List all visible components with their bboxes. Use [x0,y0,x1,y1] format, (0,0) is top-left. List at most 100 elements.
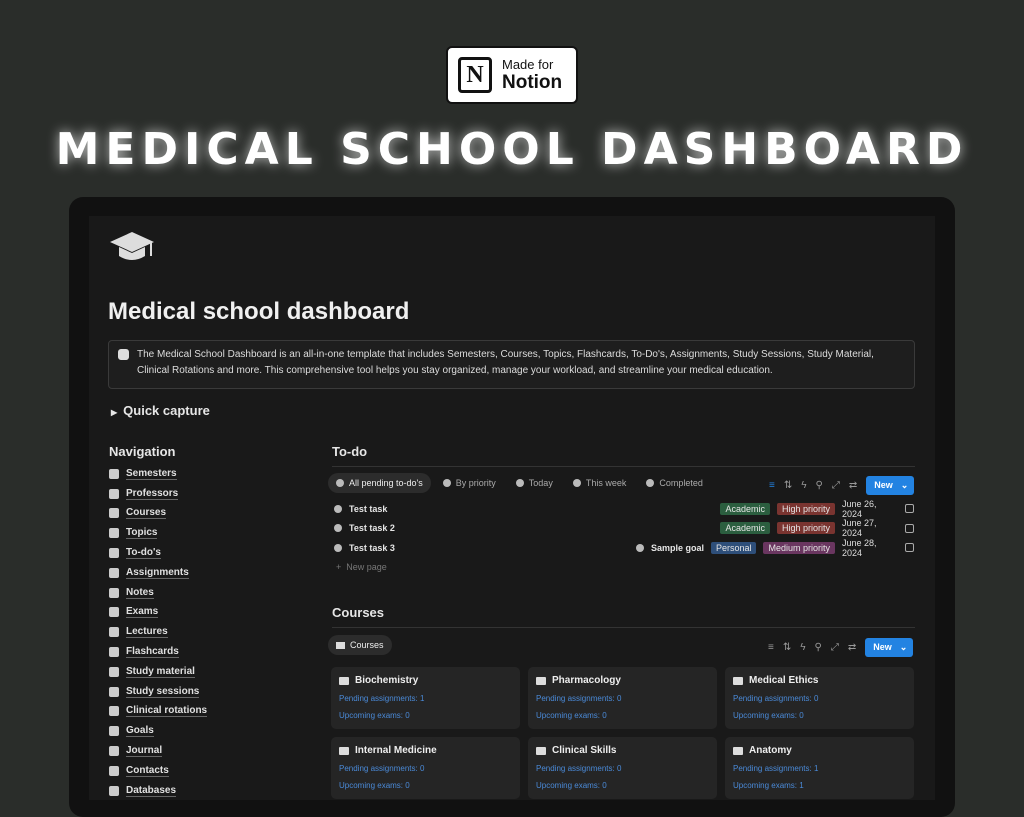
new-todo-button[interactable]: New ⌄ [866,476,915,495]
todo-toolbar: ≡ ⇅ ϟ ⚲ ⤢ ⇄ New ⌄ [769,476,915,495]
chevron-down-icon[interactable]: ⌄ [901,480,909,491]
expand-icon[interactable]: ⤢ [832,480,840,491]
done-checkbox[interactable] [905,543,914,552]
tab-courses[interactable]: Courses [328,635,392,655]
sidebar-item-clinical-rotations[interactable]: Clinical rotations [109,702,208,722]
new-course-button[interactable]: New ⌄ [865,638,914,657]
tab-label: This week [585,478,627,488]
tab-completed[interactable]: Completed [638,473,711,493]
table-row[interactable]: Test task Academic High priority June 26, 2… [334,499,914,519]
sort-icon[interactable]: ⇅ [783,642,791,653]
divider [332,627,915,628]
course-card[interactable]: Biochemistry Pending assignments: 1 Upcomi… [331,667,520,729]
nav-item-icon [109,548,119,559]
task-name[interactable]: Test task 2 [349,523,395,533]
sidebar-item-courses[interactable]: Courses [109,504,207,524]
task-name[interactable]: Test task 3 [349,543,395,553]
sidebar-item-contacts[interactable]: Contacts [109,761,207,781]
sidebar-item-exams[interactable]: Exams [109,603,207,623]
sidebar-item-label: Goals [126,725,154,738]
task-name[interactable]: Test task [349,504,387,514]
sidebar-item-semesters[interactable]: Semesters [109,464,207,484]
goal-link[interactable]: Sample goal [651,543,704,553]
automation-icon[interactable]: ϟ [801,480,806,491]
sidebar-item-notes[interactable]: Notes [109,583,207,603]
sidebar-item-label: Topics [126,527,158,540]
tab-label: By priority [455,478,496,488]
sidebar-item-label: Contacts [126,764,169,777]
expand-icon[interactable]: ⤢ [831,642,839,653]
nav-item-icon [109,567,119,578]
folder-icon [536,676,546,685]
course-title: Medical Ethics [749,675,819,686]
sidebar-item-databases[interactable]: Databases [109,781,207,800]
sidebar-item-assignments[interactable]: Assignments [109,563,207,583]
sidebar-item-flashcards[interactable]: Flashcards [109,642,207,662]
filter-icon[interactable]: ≡ [769,480,775,491]
table-row[interactable]: Test task 3 Sample goal Personal Medium pri… [334,538,914,558]
sort-icon[interactable]: ⇅ [784,480,792,491]
checked-circle-icon [334,524,342,532]
tab-label: Today [528,478,553,488]
notion-page: Medical school dashboard The Medical Sch… [89,216,935,800]
sidebar-item-to-do-s[interactable]: To-do's [109,543,207,563]
due-date: June 27, 2024 [842,518,877,538]
made-for-notion-badge: N Made for Notion [446,46,578,104]
sidebar-item-goals[interactable]: Goals [109,721,207,741]
settings-icon[interactable]: ⇄ [848,642,856,653]
automation-icon[interactable]: ϟ [800,642,805,653]
nav-item-icon [109,666,119,677]
course-card[interactable]: Anatomy Pending assignments: 1 Upcoming ex… [725,737,914,799]
course-name: Anatomy [733,745,906,756]
tab-label: All pending to-do's [349,478,423,488]
hero-title: MEDICAL SCHOOL DASHBOARD [55,124,969,175]
sidebar-item-study-material[interactable]: Study material [109,662,207,682]
course-card[interactable]: Medical Ethics Pending assignments: 0 Upco… [725,667,914,729]
tab-this-week[interactable]: This week [565,473,635,493]
navigation: Navigation Semesters Professors Courses Topi… [109,444,208,800]
nav-item-icon [109,726,119,737]
courses-view-tabs: Courses [328,635,392,655]
course-name: Biochemistry [339,675,512,686]
table-row[interactable]: Test task 2 Academic High priority June 27,… [334,518,914,538]
sidebar-item-lectures[interactable]: Lectures [109,622,207,642]
sidebar-item-study-sessions[interactable]: Study sessions [109,682,207,702]
course-card[interactable]: Clinical Skills Pending assignments: 0 Upc… [528,737,717,799]
tab-by-priority[interactable]: By priority [435,473,504,493]
nav-item-icon [109,587,119,598]
chevron-down-icon[interactable]: ⌄ [900,642,908,653]
tab-all-pending-to-do-s[interactable]: All pending to-do's [328,473,431,493]
nav-item-icon [109,627,119,638]
new-page-button[interactable]: + New page [336,562,387,572]
course-card[interactable]: Internal Medicine Pending assignments: 0 U… [331,737,520,799]
tab-icon [442,479,451,487]
pending-assignments: Pending assignments: 0 [536,764,622,773]
notion-logo-icon: N [458,57,492,93]
nav-item-icon [109,607,119,618]
search-icon[interactable]: ⚲ [815,642,822,653]
checked-circle-icon [334,504,342,513]
nav-item-icon [109,746,119,757]
course-title: Clinical Skills [552,745,617,756]
nav-item-icon [109,647,119,658]
tab-today[interactable]: Today [508,473,561,493]
category-tag: Academic [720,502,770,515]
settings-icon[interactable]: ⇄ [849,480,857,491]
done-checkbox[interactable] [905,523,914,533]
course-name: Internal Medicine [339,745,512,756]
sidebar-item-label: Notes [126,586,154,599]
sidebar-item-journal[interactable]: Journal [109,741,207,761]
nav-item-icon [109,528,119,539]
filter-icon[interactable]: ≡ [768,642,774,653]
search-icon[interactable]: ⚲ [816,480,823,491]
quick-capture-toggle[interactable]: ▶ Quick capture [111,403,210,418]
course-name: Medical Ethics [733,675,906,686]
sidebar-item-label: Courses [126,507,167,520]
course-card[interactable]: Pharmacology Pending assignments: 0 Upcomi… [528,667,717,729]
courses-toolbar: ≡ ⇅ ϟ ⚲ ⤢ ⇄ New ⌄ [768,638,914,657]
upcoming-exams: Upcoming exams: 0 [733,711,804,720]
done-checkbox[interactable] [905,504,914,513]
sidebar-item-professors[interactable]: Professors [109,484,207,504]
upcoming-exams: Upcoming exams: 0 [339,781,410,790]
sidebar-item-topics[interactable]: Topics [109,523,207,543]
